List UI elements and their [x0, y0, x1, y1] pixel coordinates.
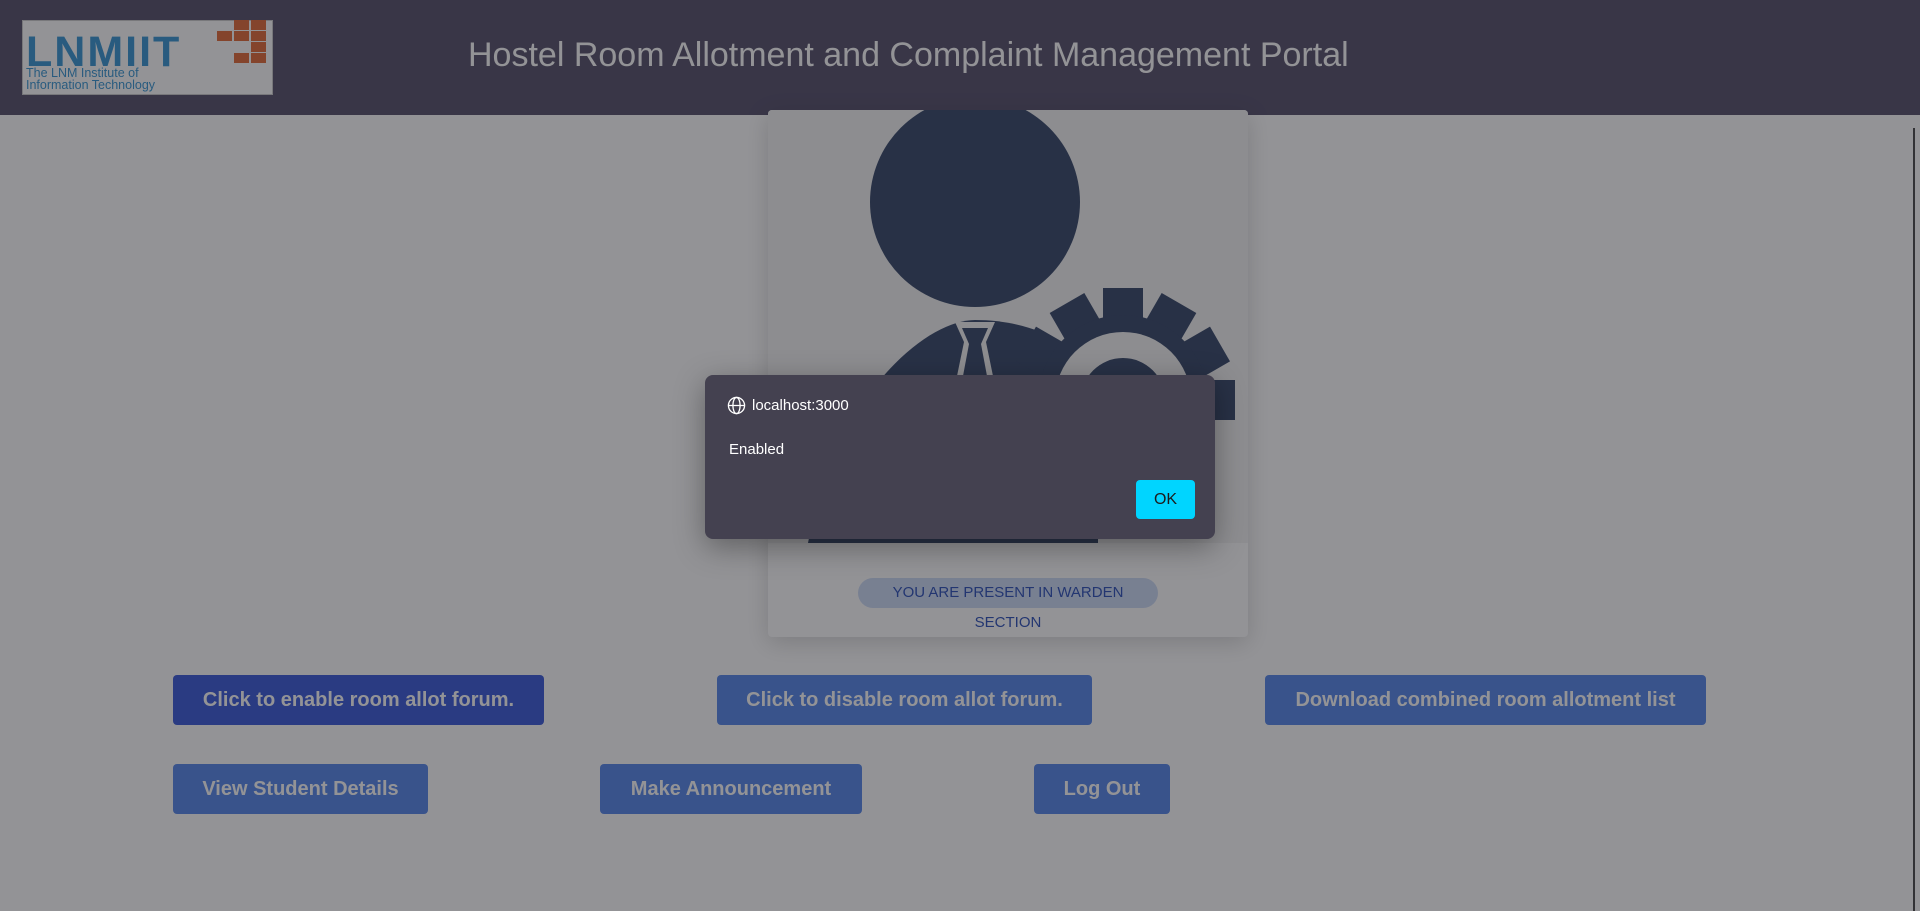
alert-dialog: localhost:3000 Enabled OK	[705, 375, 1215, 539]
globe-icon	[727, 396, 746, 414]
dialog-origin: localhost:3000	[727, 395, 849, 415]
dialog-origin-text: localhost:3000	[752, 396, 849, 414]
dialog-ok-button[interactable]: OK	[1136, 480, 1195, 519]
dialog-message: Enabled	[729, 441, 785, 458]
